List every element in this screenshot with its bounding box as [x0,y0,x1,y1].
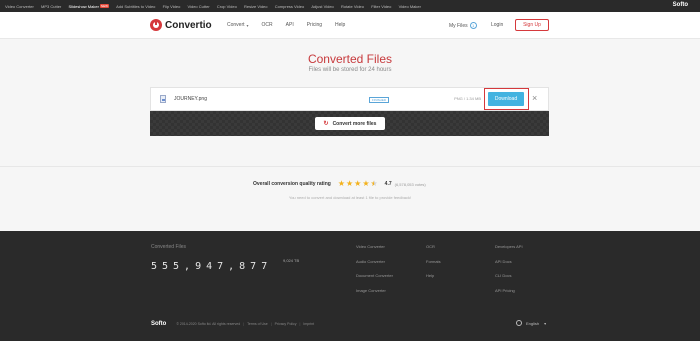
my-files-link[interactable]: My Files 1 [449,22,477,29]
site-footer: Converted Files 555,947,877 9,024 TB Vid… [0,231,700,341]
footer-developers-column: Developers API API Docs CLI Docs API Pri… [495,244,523,302]
divider: | [299,322,301,326]
convert-more-label: Convert more files [332,120,377,127]
nav-convert-label: Convert [227,22,245,28]
page-subtitle: Files will be stored for 24 hours [308,67,392,73]
toplink-slideshow-maker[interactable]: Slideshow Maker NEW [68,3,109,9]
convertio-logo-icon [150,19,162,31]
toplink-resize-video[interactable]: Resize Video [244,4,268,9]
footer-link-document-converter[interactable]: Document Converter [356,273,393,288]
convertio-logo[interactable]: Convertio [150,19,212,31]
tool-links: Video Converter MP3 Cutter Slideshow Mak… [5,4,428,9]
star-icon[interactable]: ★ [354,180,361,188]
download-button[interactable]: Download [488,92,524,106]
star-icon[interactable]: ★ [338,180,345,188]
rating-section: Overall conversion quality rating ★ ★ ★ … [0,166,700,231]
login-link[interactable]: Login [491,22,503,28]
page-title: Converted Files [307,52,393,66]
nav-pricing[interactable]: Pricing [307,22,322,28]
star-icon[interactable]: ★ [346,180,353,188]
file-name: JOURNEY.png [174,96,207,102]
footer-link-formats[interactable]: Formats [426,259,441,274]
convert-more-area: ↻ Convert more files [150,111,549,136]
footer-link-image-converter[interactable]: Image Converter [356,288,393,303]
toplink-label: Slideshow Maker [68,3,99,9]
language-label: English [526,320,540,326]
logo-text: Convertio [165,19,212,31]
footer-link-audio-converter[interactable]: Audio Converter [356,259,393,274]
file-format-size: PNG / 1.34 MB [454,96,481,101]
softo-brand-link[interactable]: Softo [673,2,688,8]
toplink-compress-video[interactable]: Compress Video [275,4,305,9]
toplink-video-converter[interactable]: Video Converter [5,4,34,9]
my-files-label: My Files [449,22,468,29]
footer-link-terms[interactable]: Terms of Use [247,322,268,326]
footer-link-imprint[interactable]: Imprint [303,322,314,326]
rating-row: Overall conversion quality rating ★ ★ ★ … [253,180,426,189]
footer-tools-column: OCR Formats Help [426,244,441,288]
rating-score: 4.7 [384,181,392,187]
divider: | [243,322,245,326]
footer-link-ocr[interactable]: OCR [426,244,441,259]
toplink-video-cutter[interactable]: Video Cutter [188,4,210,9]
convert-more-files-button[interactable]: ↻ Convert more files [315,117,385,130]
converted-files-counter: 555,947,877 [151,261,273,272]
footer-link-help[interactable]: Help [426,273,441,288]
nav-api[interactable]: API [286,22,294,28]
refresh-icon: ↻ [323,121,329,127]
main-nav: Convert ▾ OCR API Pricing Help [227,22,358,28]
copyright-text: © 2014-2020 Softo ltd. All rights reserv… [176,322,241,326]
toplink-adjust-video[interactable]: Adjust Video [311,4,333,9]
new-badge: NEW [99,4,109,8]
footer-link-cli-docs[interactable]: CLI Docs [495,273,523,288]
footer-bottom: Softo © 2014-2020 Softo ltd. All rights … [151,321,317,327]
image-file-icon [160,95,166,103]
rating-votes: (6,578,053 votes) [394,181,426,187]
my-files-count-badge: 1 [469,22,477,29]
language-selector[interactable]: English ▾ [516,320,546,326]
footer-softo-logo[interactable]: Softo [151,321,166,327]
globe-icon [516,320,522,326]
toplink-mp3-cutter[interactable]: MP3 Cutter [41,4,61,9]
rating-stars: ★ ★ ★ ★ ★ [338,180,379,189]
footer-link-api-docs[interactable]: API Docs [495,259,523,274]
site-header: Convertio Convert ▾ OCR API Pricing Help … [0,12,700,39]
status-badge: FINISHED [369,97,390,103]
top-bar: Video Converter MP3 Cutter Slideshow Mak… [0,0,700,12]
star-icon[interactable]: ★ [362,180,369,188]
nav-convert[interactable]: Convert ▾ [227,22,249,28]
toplink-add-subtitles[interactable]: Add Subtitles to Video [116,4,155,9]
footer-link-developers-api[interactable]: Developers API [495,244,523,259]
converted-file-row: JOURNEY.png FINISHED PNG / 1.34 MB Downl… [150,87,549,111]
footer-converters-column: Video Converter Audio Converter Document… [356,244,393,302]
toplink-filter-video[interactable]: Filter Video [371,4,391,9]
toplink-rotate-video[interactable]: Rotate Video [341,4,364,9]
toplink-video-maker[interactable]: Video Maker [399,4,421,9]
divider: | [270,322,272,326]
toplink-crop-video[interactable]: Crop Video [217,4,237,9]
rating-note: You need to convert and download at leas… [288,195,412,200]
close-icon[interactable]: × [532,94,537,103]
toplink-flip-video[interactable]: Flip Video [163,4,181,9]
nav-help[interactable]: Help [335,22,345,28]
footer-link-privacy[interactable]: Privacy Policy [275,322,297,326]
footer-link-api-pricing[interactable]: API Pricing [495,288,523,303]
chevron-down-icon: ▾ [246,22,249,28]
sign-up-button[interactable]: Sign Up [515,19,549,31]
converted-size-total: 9,024 TB [283,258,300,263]
nav-ocr[interactable]: OCR [262,22,273,28]
footer-link-video-converter[interactable]: Video Converter [356,244,393,259]
rating-label: Overall conversion quality rating [253,181,331,187]
star-half-icon[interactable]: ★ [371,180,378,189]
chevron-down-icon: ▾ [544,320,547,326]
converted-files-label: Converted Files [151,244,187,250]
